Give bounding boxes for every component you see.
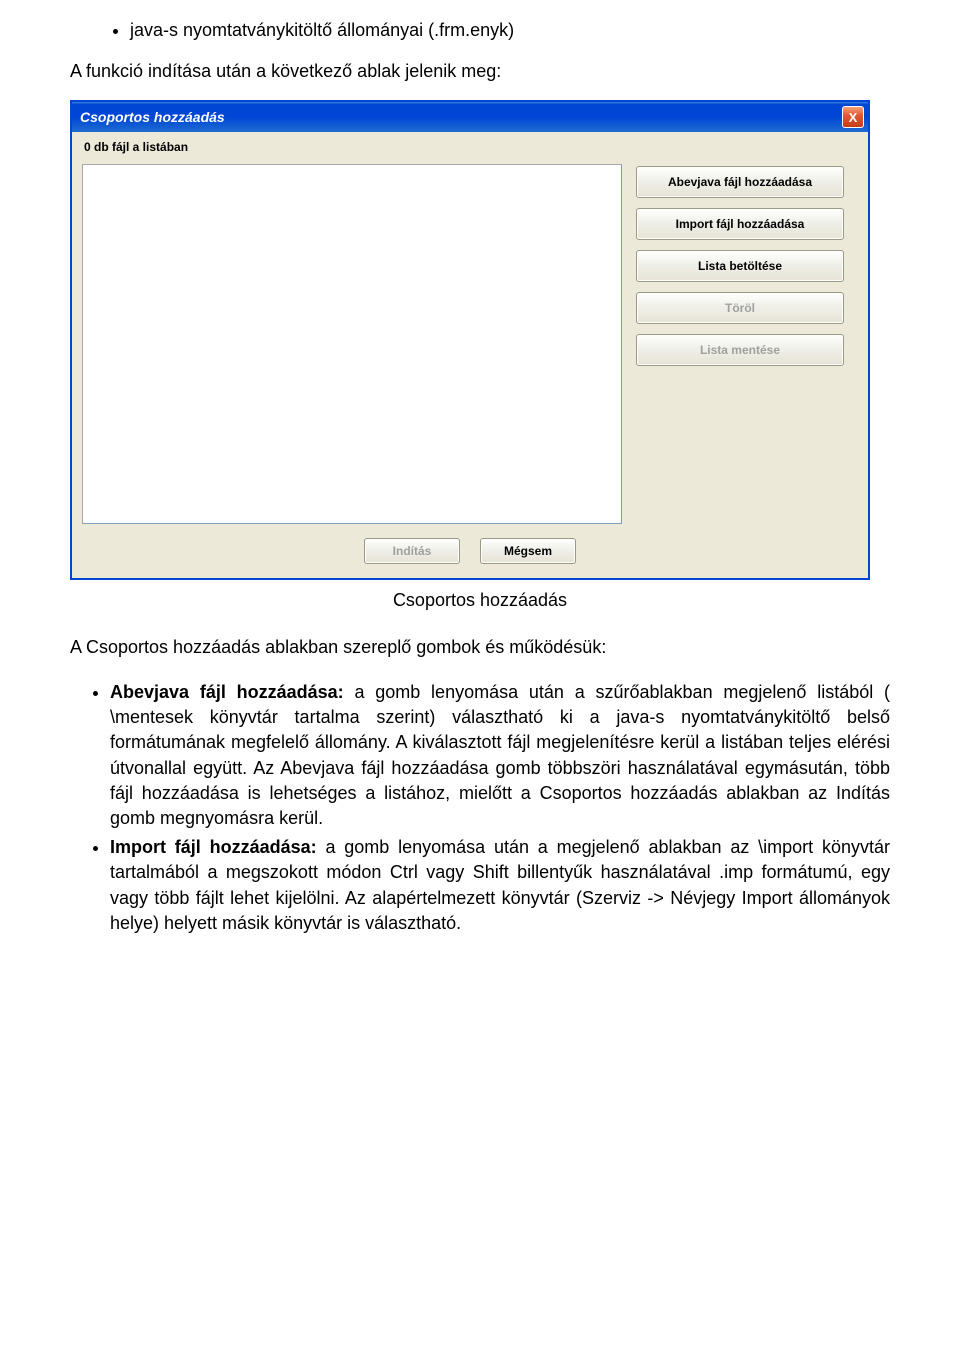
desc-item-abevjava-bold: Abevjava fájl hozzáadása: (110, 682, 354, 702)
load-list-button[interactable]: Lista betöltése (636, 250, 844, 282)
delete-button: Töröl (636, 292, 844, 324)
desc-item-import: Import fájl hozzáadása: a gomb lenyomása… (110, 835, 890, 936)
figure-caption: Csoportos hozzáadás (70, 590, 890, 611)
add-abevjava-button[interactable]: Abevjava fájl hozzáadása (636, 166, 844, 198)
dialog-title: Csoportos hozzáadás (80, 109, 225, 125)
dialog-titlebar: Csoportos hozzáadás X (72, 102, 868, 132)
intro-paragraph: A funkció indítása után a következő abla… (70, 61, 890, 82)
dialog-window: Csoportos hozzáadás X 0 db fájl a listáb… (70, 100, 870, 580)
file-listbox[interactable] (82, 164, 622, 524)
close-icon[interactable]: X (842, 106, 864, 128)
save-list-button: Lista mentése (636, 334, 844, 366)
cancel-button[interactable]: Mégsem (480, 538, 576, 564)
desc-item-abevjava: Abevjava fájl hozzáadása: a gomb lenyomá… (110, 680, 890, 831)
after-caption-paragraph: A Csoportos hozzáadás ablakban szereplő … (70, 637, 890, 658)
file-count-label: 0 db fájl a listában (82, 138, 858, 164)
start-button: Indítás (364, 538, 460, 564)
intro-bullet-item: java-s nyomtatványkitöltő állományai (.f… (130, 20, 890, 41)
add-import-button[interactable]: Import fájl hozzáadása (636, 208, 844, 240)
desc-item-abevjava-text: a gomb lenyomása után a szűrőablakban me… (110, 682, 890, 828)
desc-item-import-bold: Import fájl hozzáadása: (110, 837, 325, 857)
